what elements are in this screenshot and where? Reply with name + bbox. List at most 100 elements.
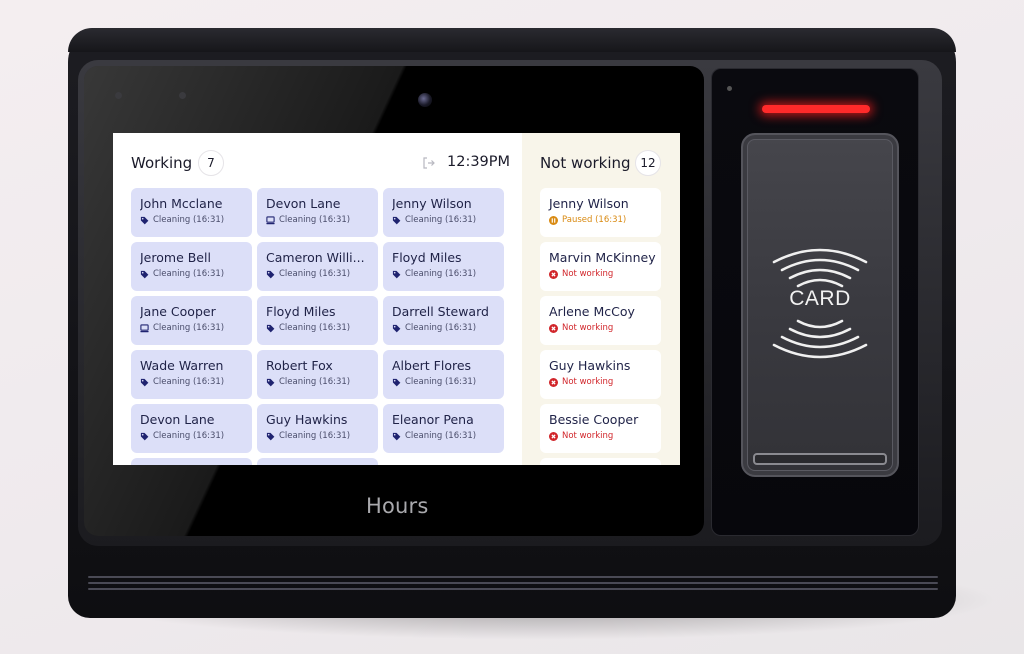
not-working-employee-card[interactable]: Marvin McKinney Not working xyxy=(540,242,661,291)
status-led xyxy=(762,105,870,113)
activity-label: Cleaning (16:31) xyxy=(279,431,351,441)
working-employee-card[interactable]: Devon Lane Cleaning (16:31) xyxy=(257,188,378,237)
employee-name: Arlene McCoy xyxy=(549,304,635,319)
working-employee-card[interactable] xyxy=(257,458,378,465)
not-working-employee-card[interactable]: Arlene McCoy Not working xyxy=(540,296,661,345)
employee-activity: Cleaning (16:31) xyxy=(266,431,350,441)
tag-icon xyxy=(392,432,401,441)
card-label: CARD xyxy=(789,287,851,310)
working-employee-card[interactable]: Jerome Bell Cleaning (16:31) xyxy=(131,242,252,291)
tag-icon xyxy=(266,432,275,441)
activity-label: Cleaning (16:31) xyxy=(405,323,477,333)
light-sensor-icon xyxy=(115,92,122,99)
employee-activity: Cleaning (16:31) xyxy=(392,431,476,441)
employee-activity: Cleaning (16:31) xyxy=(140,377,224,387)
tag-icon xyxy=(140,270,149,279)
not-working-title: Not working xyxy=(540,154,631,172)
working-employee-card[interactable]: John Mcclane Cleaning (16:31) xyxy=(131,188,252,237)
activity-label: Cleaning (16:31) xyxy=(279,323,351,333)
working-employee-card[interactable]: Albert Flores Cleaning (16:31) xyxy=(383,350,504,399)
status-label: Not working xyxy=(562,269,614,279)
working-employee-card[interactable]: Devon Lane Cleaning (16:31) xyxy=(131,404,252,453)
rfid-waves-top-icon xyxy=(772,248,868,288)
employee-activity: Cleaning (16:31) xyxy=(392,215,476,225)
employee-activity: Cleaning (16:31) xyxy=(140,323,224,333)
brand-label: Hours xyxy=(366,494,429,518)
working-employee-card[interactable]: Cameron Willi... Cleaning (16:31) xyxy=(257,242,378,291)
card-slot xyxy=(753,453,887,465)
working-employee-card[interactable]: Jenny Wilson Cleaning (16:31) xyxy=(383,188,504,237)
employee-activity: Cleaning (16:31) xyxy=(140,431,224,441)
employee-name: Robert Fox xyxy=(266,358,333,373)
not-working-employee-card[interactable] xyxy=(540,458,661,465)
activity-label: Cleaning (16:31) xyxy=(153,269,225,279)
ridge xyxy=(88,588,938,590)
camera-icon xyxy=(418,93,432,107)
card-reader-pad[interactable]: CARD xyxy=(741,133,899,477)
activity-label: Cleaning (16:31) xyxy=(279,269,351,279)
employee-name: Jerome Bell xyxy=(140,250,211,265)
employee-name: Darrell Steward xyxy=(392,304,489,319)
activity-label: Cleaning (16:31) xyxy=(279,377,351,387)
x-circle-icon xyxy=(549,269,558,279)
x-circle-icon xyxy=(549,323,558,333)
tag-icon xyxy=(392,378,401,387)
tag-icon xyxy=(140,432,149,441)
employee-name: Cameron Willi... xyxy=(266,250,365,265)
not-working-employee-card[interactable]: Jenny Wilson Paused (16:31) xyxy=(540,188,661,237)
working-employee-card[interactable]: Eleanor Pena Cleaning (16:31) xyxy=(383,404,504,453)
activity-label: Cleaning (16:31) xyxy=(153,323,225,333)
tag-icon xyxy=(140,216,149,225)
employee-status: Not working xyxy=(549,323,613,333)
working-employee-card[interactable]: Darrell Steward Cleaning (16:31) xyxy=(383,296,504,345)
activity-label: Cleaning (16:31) xyxy=(153,377,225,387)
working-employee-card[interactable] xyxy=(131,458,252,465)
activity-label: Cleaning (16:31) xyxy=(153,215,225,225)
working-employee-card[interactable]: Floyd Miles Cleaning (16:31) xyxy=(383,242,504,291)
employee-name: Jenny Wilson xyxy=(549,196,629,211)
employee-status: Not working xyxy=(549,431,613,441)
employee-name: Floyd Miles xyxy=(266,304,336,319)
ridge xyxy=(88,576,938,578)
ridge xyxy=(88,582,938,584)
status-label: Not working xyxy=(562,377,614,387)
employee-name: Eleanor Pena xyxy=(392,412,474,427)
employee-name: Bessie Cooper xyxy=(549,412,639,427)
working-employee-card[interactable]: Robert Fox Cleaning (16:31) xyxy=(257,350,378,399)
status-label: Not working xyxy=(562,323,614,333)
computer-icon xyxy=(266,215,275,225)
activity-label: Cleaning (16:31) xyxy=(405,377,477,387)
employee-status: Not working xyxy=(549,377,613,387)
employee-activity: Cleaning (16:31) xyxy=(392,269,476,279)
not-working-employee-card[interactable]: Guy Hawkins Not working xyxy=(540,350,661,399)
activity-label: Cleaning (16:31) xyxy=(153,431,225,441)
working-section: Working 7 12:39PM John Mcclane Cleaning (… xyxy=(113,133,522,465)
device-base-ridges xyxy=(78,560,948,600)
employee-activity: Cleaning (16:31) xyxy=(266,215,350,225)
employee-activity: Cleaning (16:31) xyxy=(266,323,350,333)
logout-icon[interactable] xyxy=(422,156,436,170)
employee-activity: Cleaning (16:31) xyxy=(140,269,224,279)
employee-activity: Cleaning (16:31) xyxy=(392,377,476,387)
tag-icon xyxy=(266,378,275,387)
tag-icon xyxy=(392,324,401,333)
working-employee-card[interactable]: Floyd Miles Cleaning (16:31) xyxy=(257,296,378,345)
employee-name: Floyd Miles xyxy=(392,250,462,265)
pause-icon xyxy=(549,215,558,225)
employee-name: John Mcclane xyxy=(140,196,223,211)
tag-icon xyxy=(392,216,401,225)
employee-name: Albert Flores xyxy=(392,358,472,373)
activity-label: Cleaning (16:31) xyxy=(405,215,477,225)
employee-name: Guy Hawkins xyxy=(266,412,348,427)
not-working-count-badge: 12 xyxy=(635,150,661,176)
employee-name: Wade Warren xyxy=(140,358,224,373)
working-employee-card[interactable]: Jane Cooper Cleaning (16:31) xyxy=(131,296,252,345)
working-employee-card[interactable]: Guy Hawkins Cleaning (16:31) xyxy=(257,404,378,453)
employee-name: Marvin McKinney xyxy=(549,250,656,265)
activity-label: Cleaning (16:31) xyxy=(405,269,477,279)
reader-indicator-dot xyxy=(727,86,732,91)
working-employee-card[interactable]: Wade Warren Cleaning (16:31) xyxy=(131,350,252,399)
activity-label: Cleaning (16:31) xyxy=(405,431,477,441)
not-working-employee-list: Jenny Wilson Paused (16:31) Marvin McKinne… xyxy=(540,188,661,465)
not-working-employee-card[interactable]: Bessie Cooper Not working xyxy=(540,404,661,453)
